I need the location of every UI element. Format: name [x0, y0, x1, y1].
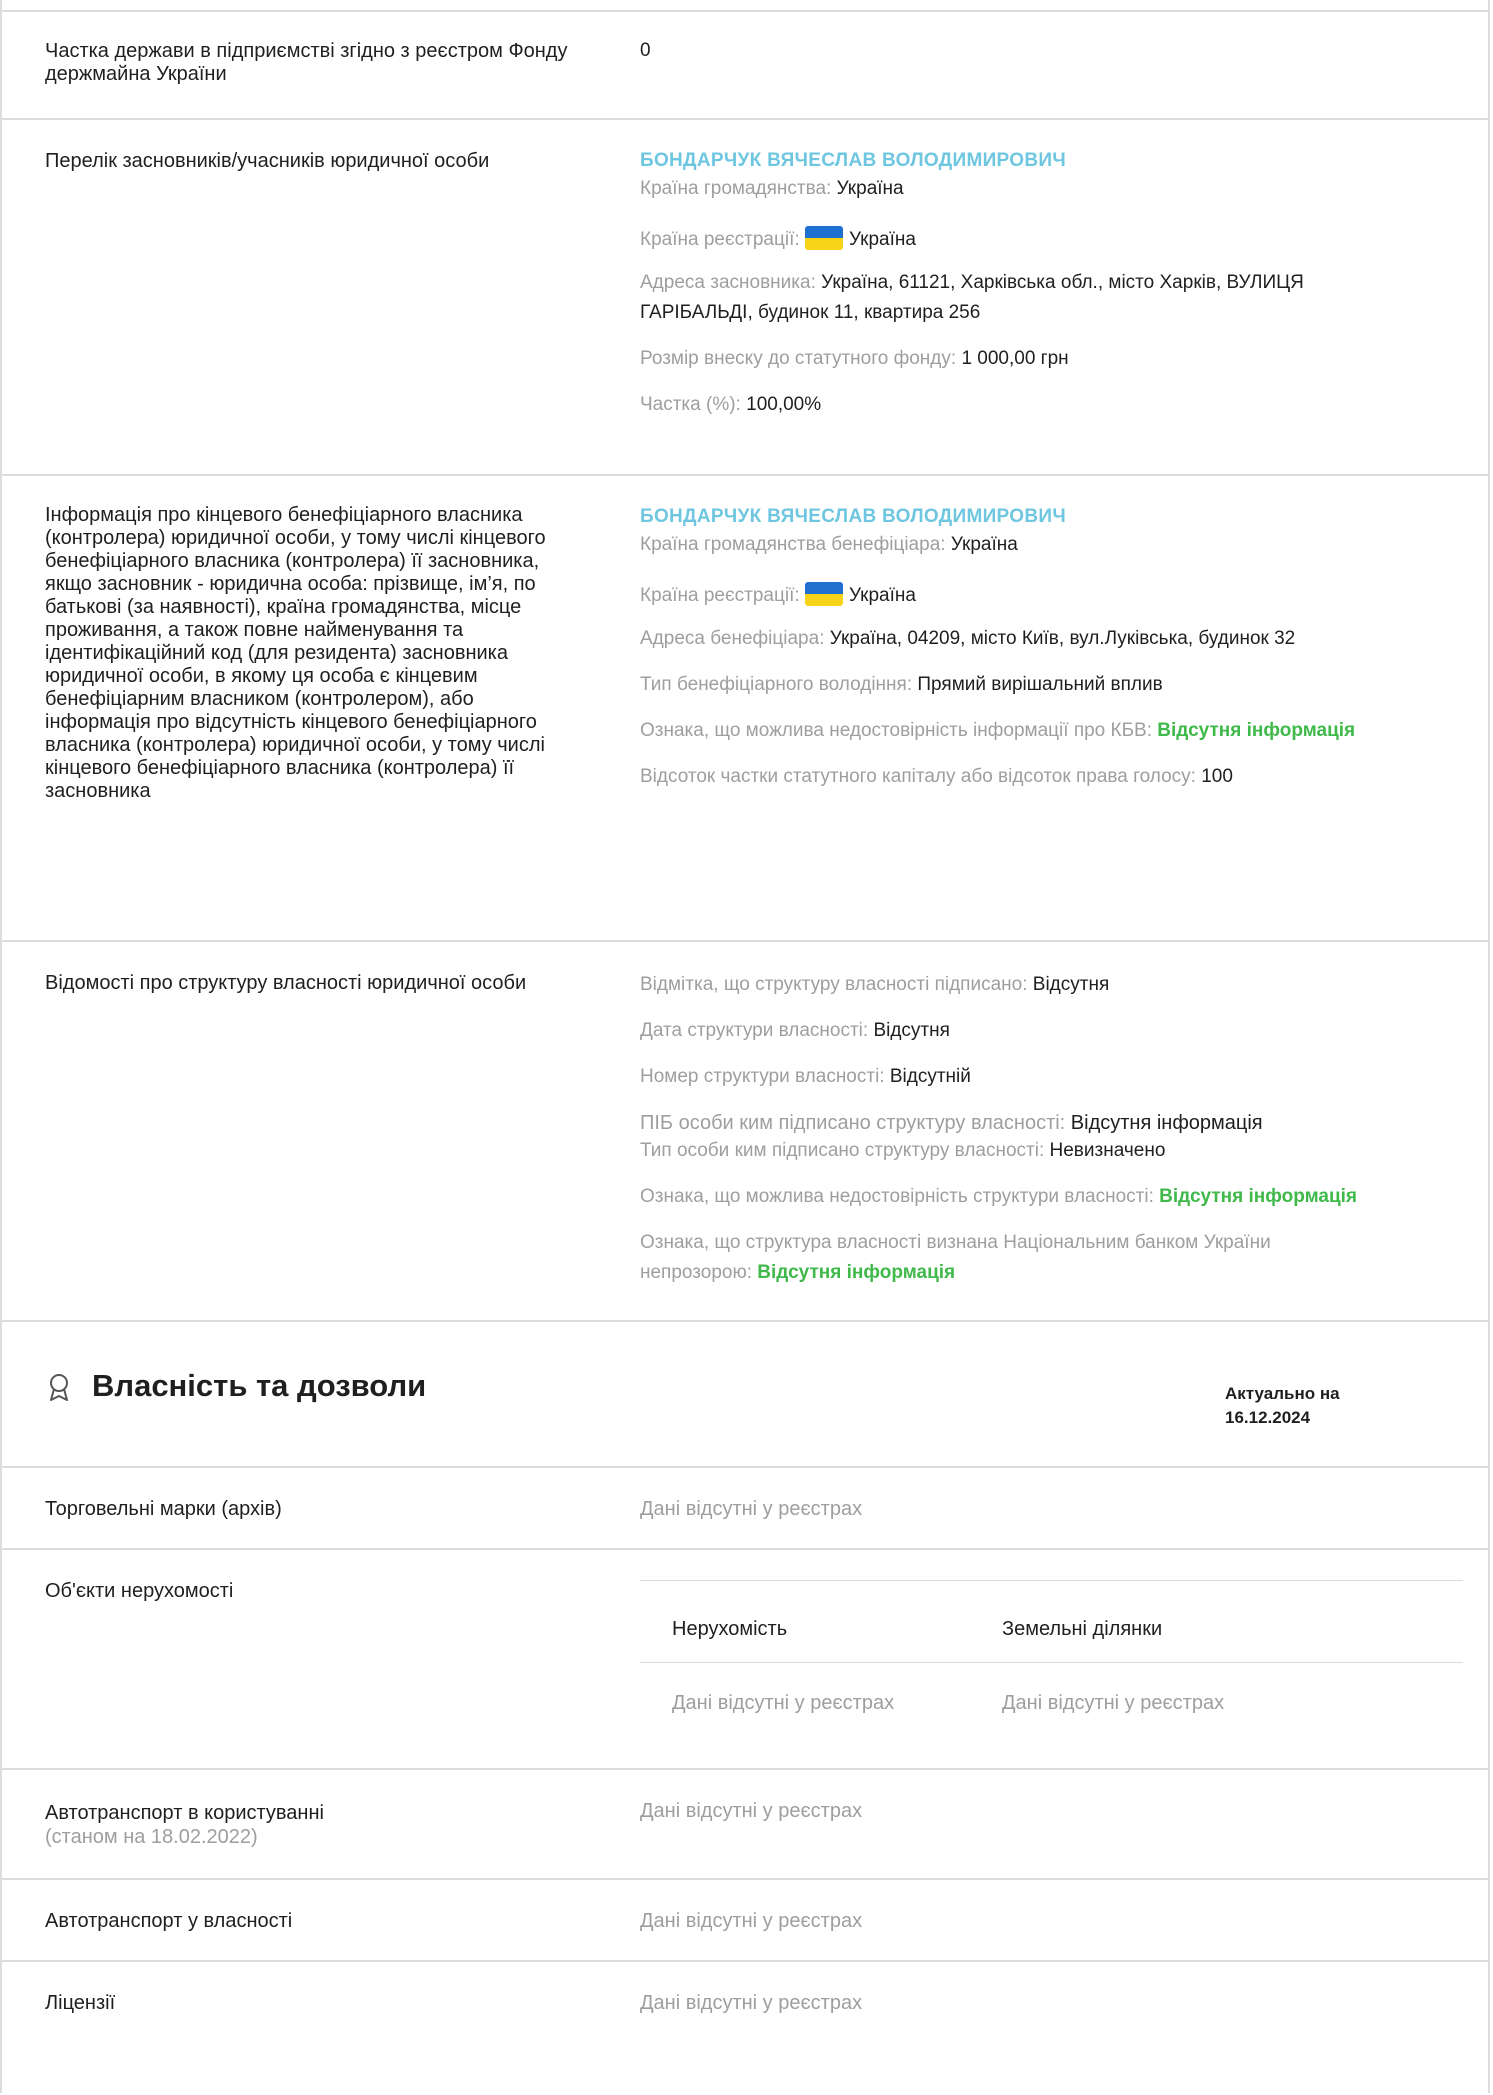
- structure-signer-type: Тип особи ким підписано структуру власно…: [640, 1140, 1165, 1162]
- beneficiary-registration-value: Україна: [848, 585, 916, 606]
- structure-signer-type-label: Тип особи ким підписано структуру власно…: [640, 1140, 1045, 1161]
- founder-address-value-line2: ГАРІБАЛЬДІ, будинок 11, квартира 256: [640, 302, 981, 323]
- beneficiary-citizenship-value: Україна: [950, 534, 1018, 555]
- realty-row: Об'єкти нерухомості Нерухомість Земельні…: [0, 1548, 1490, 1770]
- vehicles-own-row: Автотранспорт у власності Дані відсутні …: [0, 1878, 1490, 1962]
- beneficiary-address: Адреса бенефіціара: Україна, 04209, міст…: [640, 628, 1295, 650]
- realty-table: Нерухомість Земельні ділянки Дані відсут…: [640, 1580, 1463, 1730]
- structure-date-label: Дата структури власності:: [640, 1020, 869, 1041]
- structure-signed-value: Відсутня: [1032, 974, 1110, 995]
- trademarks-value: Дані відсутні у реєстрах: [640, 1498, 863, 1520]
- vehicles-own-label: Автотранспорт у власності: [45, 1910, 293, 1932]
- beneficiary-percent: Відсоток частки статутного капіталу або …: [640, 766, 1233, 788]
- beneficiary-address-value: Україна, 04209, місто Київ, вул.Луківськ…: [829, 628, 1296, 649]
- vehicles-own-value: Дані відсутні у реєстрах: [640, 1910, 863, 1932]
- founder-citizenship-label: Країна громадянства:: [640, 178, 832, 199]
- structure-number-label: Номер структури власності:: [640, 1066, 885, 1087]
- structure-opaque-value: Відсутня інформація: [757, 1262, 956, 1283]
- founder-name-link[interactable]: БОНДАРЧУК ВЯЧЕСЛАВ ВОЛОДИМИРОВИЧ: [640, 150, 1066, 172]
- state-share-label: Частка держави в підприємстві згідно з р…: [45, 40, 568, 85]
- beneficiary-label: Інформація про кінцевого бенефіціарного …: [45, 504, 546, 802]
- beneficiary-unreliable-label: Ознака, що можлива недостовірність інфор…: [640, 720, 1153, 741]
- founder-registration-label: Країна реєстрації:: [640, 229, 800, 250]
- section-divider: [0, 1320, 1490, 1322]
- founder-contribution: Розмір внеску до статутного фонду: 1 000…: [640, 348, 1069, 370]
- land-value: Дані відсутні у реєстрах: [1002, 1692, 1225, 1714]
- state-share-value: 0: [640, 40, 651, 61]
- beneficiary-type-value: Прямий вирішальний вплив: [917, 674, 1163, 695]
- beneficiary-name-link[interactable]: БОНДАРЧУК ВЯЧЕСЛАВ ВОЛОДИМИРОВИЧ: [640, 506, 1066, 528]
- beneficiary-type-label: Тип бенефіціарного володіння:: [640, 674, 913, 695]
- actual-label: Актуально на: [1225, 1384, 1340, 1403]
- beneficiary-percent-value: 100: [1201, 766, 1233, 787]
- beneficiary-address-label: Адреса бенефіціара:: [640, 628, 825, 649]
- structure-signer-type-value: Невизначено: [1049, 1140, 1166, 1161]
- beneficiary-percent-label: Відсоток частки статутного капіталу або …: [640, 766, 1196, 787]
- structure-unreliable: Ознака, що можлива недостовірність струк…: [640, 1186, 1357, 1208]
- founder-address-label: Адреса засновника:: [640, 272, 816, 293]
- structure-signed-label: Відмітка, що структуру власності підписа…: [640, 974, 1028, 995]
- vehicles-use-sub: (станом на 18.02.2022): [45, 1826, 258, 1848]
- realty-value: Дані відсутні у реєстрах: [672, 1692, 895, 1714]
- structure-signed: Відмітка, що структуру власності підписа…: [640, 974, 1109, 996]
- structure-number: Номер структури власності: Відсутній: [640, 1066, 971, 1088]
- founder-address-value: Україна, 61121, Харківська обл., місто Х…: [821, 272, 1304, 293]
- structure-number-value: Відсутній: [889, 1066, 971, 1087]
- vehicles-use-value: Дані відсутні у реєстрах: [640, 1800, 863, 1822]
- structure-row: Відомості про структуру власності юридич…: [0, 940, 1490, 1322]
- tab-land[interactable]: Земельні ділянки: [1002, 1618, 1162, 1641]
- licenses-value: Дані відсутні у реєстрах: [640, 1992, 863, 2014]
- beneficiary-ownership-type: Тип бенефіціарного володіння: Прямий вир…: [640, 674, 1163, 696]
- structure-date-value: Відсутня: [873, 1020, 950, 1041]
- structure-opaque: непрозорою: Відсутня інформація: [640, 1262, 955, 1284]
- section-title: Власність та дозволи: [92, 1368, 427, 1403]
- founder-citizenship-value: Україна: [836, 178, 904, 199]
- trademarks-label: Торговельні марки (архів): [45, 1498, 282, 1520]
- trademarks-row: Торговельні марки (архів) Дані відсутні …: [0, 1466, 1490, 1550]
- structure-label: Відомості про структуру власності юридич…: [45, 972, 527, 994]
- structure-unreliable-label: Ознака, що можлива недостовірність струк…: [640, 1186, 1154, 1207]
- structure-date: Дата структури власності: Відсутня: [640, 1020, 950, 1042]
- founder-registration: Країна реєстрації: Україна: [640, 226, 916, 251]
- founders-row: Перелік засновників/учасників юридичної …: [0, 118, 1490, 476]
- beneficiary-registration: Країна реєстрації: Україна: [640, 582, 916, 607]
- licenses-label: Ліцензії: [45, 1992, 116, 2014]
- founder-contribution-label: Розмір внеску до статутного фонду:: [640, 348, 957, 369]
- realty-label: Об'єкти нерухомості: [45, 1580, 234, 1602]
- award-icon: [50, 1374, 68, 1401]
- beneficiary-citizenship-label: Країна громадянства бенефіціара:: [640, 534, 946, 555]
- actual-date-block: Актуально на 16.12.2024: [1225, 1382, 1340, 1430]
- ukraine-flag-icon: [804, 226, 843, 250]
- vehicles-use-label: Автотранспорт в користуванні: [45, 1802, 324, 1824]
- structure-unreliable-value: Відсутня інформація: [1159, 1186, 1357, 1207]
- vehicles-use-row: Автотранспорт в користуванні (станом на …: [0, 1768, 1490, 1880]
- actual-date: 16.12.2024: [1225, 1408, 1311, 1427]
- founder-share: Частка (%): 100,00%: [640, 394, 821, 416]
- founder-share-label: Частка (%):: [640, 394, 741, 415]
- founder-citizenship: Країна громадянства: Україна: [640, 178, 904, 200]
- structure-signer: ПІБ особи ким підписано структуру власно…: [640, 1112, 1263, 1135]
- founder-share-value: 100,00%: [746, 394, 822, 415]
- licenses-row: Ліцензії Дані відсутні у реєстрах: [0, 1960, 1490, 2095]
- beneficiary-row: Інформація про кінцевого бенефіціарного …: [0, 474, 1490, 942]
- founders-label: Перелік засновників/учасників юридичної …: [45, 150, 490, 172]
- beneficiary-unreliable: Ознака, що можлива недостовірність інфор…: [640, 720, 1355, 742]
- structure-opaque-label2: непрозорою:: [640, 1262, 752, 1283]
- structure-opaque-label: Ознака, що структура власності визнана Н…: [640, 1232, 1271, 1253]
- tab-realty[interactable]: Нерухомість: [672, 1618, 787, 1641]
- founder-registration-value: Україна: [848, 229, 916, 250]
- state-share-row: Частка держави в підприємстві згідно з р…: [0, 10, 1490, 120]
- structure-signer-value: Відсутня інформація: [1070, 1112, 1263, 1134]
- ukraine-flag-icon: [804, 582, 843, 606]
- founder-address: Адреса засновника: Україна, 61121, Харкі…: [640, 272, 1304, 294]
- beneficiary-unreliable-value: Відсутня інформація: [1157, 720, 1356, 741]
- structure-signer-label: ПІБ особи ким підписано структуру власно…: [640, 1112, 1066, 1134]
- beneficiary-registration-label: Країна реєстрації:: [640, 585, 800, 606]
- beneficiary-citizenship: Країна громадянства бенефіціара: Україна: [640, 534, 1018, 556]
- founder-contribution-value: 1 000,00 грн: [961, 348, 1069, 369]
